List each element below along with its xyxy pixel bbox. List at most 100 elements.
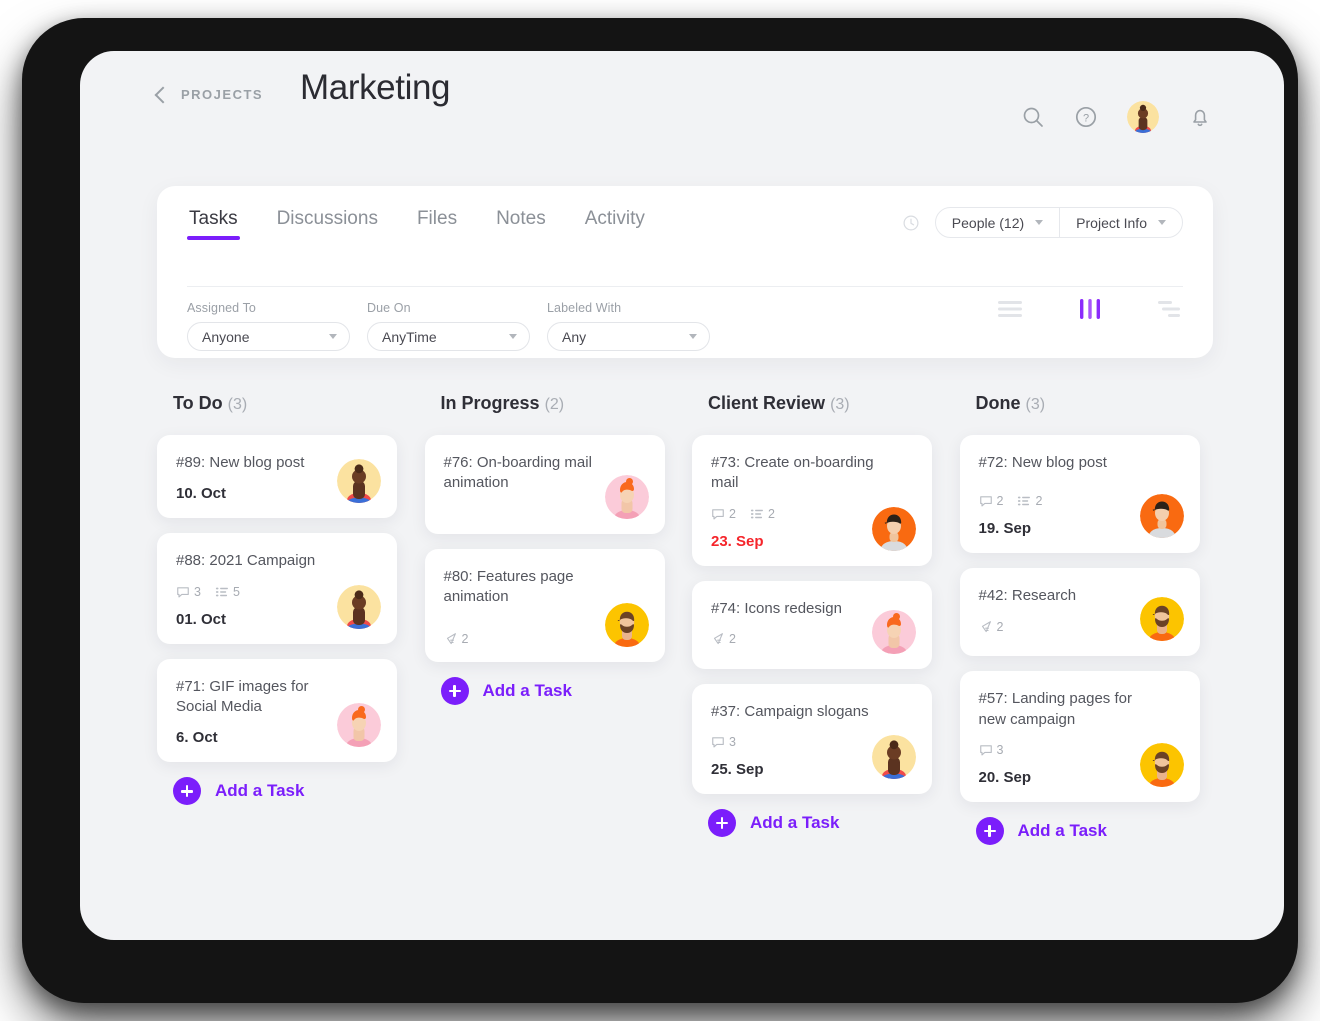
pill-project-info[interactable]: Project Info xyxy=(1059,208,1182,237)
task-assignee-avatar[interactable] xyxy=(604,602,649,647)
comment-icon xyxy=(712,508,724,519)
task-title: #88: 2021 Campaign xyxy=(176,552,316,570)
column-count: (2) xyxy=(544,396,565,413)
task-comments: 3 xyxy=(711,735,736,749)
task-attachment-count: 2 xyxy=(461,631,469,646)
sort-view-icon[interactable] xyxy=(1157,299,1183,319)
tab-files[interactable]: Files xyxy=(415,208,459,250)
filter-due-on-value: AnyTime xyxy=(382,328,437,345)
task-assignee-avatar[interactable] xyxy=(1139,494,1184,539)
tab-activity[interactable]: Activity xyxy=(583,208,647,250)
clock-icon[interactable] xyxy=(902,214,920,232)
task-title: #72: New blog post xyxy=(978,454,1107,471)
tab-tasks[interactable]: Tasks xyxy=(187,208,240,250)
column-title: Client Review xyxy=(708,393,826,413)
comment-icon xyxy=(979,744,992,756)
task-card[interactable]: #57: Landing pages for new campaign 3 20… xyxy=(959,671,1200,802)
filter-labeled-with-select[interactable]: Any xyxy=(547,322,710,351)
filter-assigned-to-select[interactable]: Anyone xyxy=(187,322,350,351)
task-card[interactable]: #88: 2021 Campaign 3 5 01. Oct xyxy=(157,533,397,644)
task-title: #76: On-boarding mail animation xyxy=(443,454,592,492)
attachment-icon xyxy=(713,632,723,644)
task-assignee-avatar[interactable] xyxy=(1139,742,1184,787)
comment-icon xyxy=(979,496,992,507)
add-task-button-in-progress[interactable]: Add a Task xyxy=(440,676,693,705)
task-title: #89: New blog post xyxy=(176,454,305,471)
bell-icon[interactable] xyxy=(1188,105,1212,129)
task-subtasks: 2 xyxy=(750,507,775,521)
help-icon[interactable]: ? xyxy=(1074,105,1098,129)
task-card[interactable]: #42: Research 2 xyxy=(959,568,1200,657)
topbar-actions: ? xyxy=(1021,101,1212,133)
column-count: (3) xyxy=(1025,396,1046,413)
task-card[interactable]: #71: GIF images for Social Media 6. Oct xyxy=(157,658,397,762)
filter-assigned-to: Assigned To Anyone xyxy=(187,301,350,351)
task-attachments: 2 xyxy=(979,620,1003,634)
svg-text:?: ? xyxy=(1083,113,1089,125)
pill-people[interactable]: People (12) xyxy=(936,208,1059,237)
task-card[interactable]: #89: New blog post 10. Oct xyxy=(157,435,397,519)
task-attachment-count: 2 xyxy=(729,631,736,646)
breadcrumb-back-projects[interactable]: PROJECTS xyxy=(154,86,263,103)
task-subtasks: 5 xyxy=(215,585,240,599)
list-view-icon[interactable] xyxy=(997,299,1023,319)
task-subtasks: 2 xyxy=(1017,494,1042,508)
task-comments: 2 xyxy=(979,494,1004,509)
task-assignee-avatar[interactable] xyxy=(1139,597,1184,642)
kanban-board: To Do (3) #89: New blog post 10. Oct #88… xyxy=(157,393,1227,845)
chevron-down-icon xyxy=(509,334,517,339)
attachment-icon xyxy=(446,632,456,644)
column-header: In Progress (2) xyxy=(425,393,693,414)
pill-people-label: People (12) xyxy=(951,214,1025,231)
task-subtask-count: 2 xyxy=(1035,494,1043,509)
task-assignee-avatar[interactable] xyxy=(604,475,649,519)
search-icon[interactable] xyxy=(1021,105,1045,129)
view-mode-switcher xyxy=(997,298,1183,320)
task-assignee-avatar[interactable] xyxy=(337,584,381,629)
task-card[interactable]: #80: Features page animation 2 xyxy=(424,549,665,662)
task-assignee-avatar[interactable] xyxy=(337,459,381,504)
filter-due-on-select[interactable]: AnyTime xyxy=(367,322,530,351)
add-task-label: Add a Task xyxy=(482,680,572,700)
comment-icon xyxy=(712,736,724,748)
plus-icon xyxy=(440,676,469,705)
board-column-todo: To Do (3) #89: New blog post 10. Oct #88… xyxy=(157,393,425,845)
add-task-button-client-review[interactable]: Add a Task xyxy=(708,808,960,837)
task-assignee-avatar[interactable] xyxy=(872,506,916,551)
filter-labeled-with-label: Labeled With xyxy=(547,301,622,315)
add-task-button-done[interactable]: Add a Task xyxy=(975,816,1228,845)
task-comments: 3 xyxy=(979,743,1003,757)
plus-icon xyxy=(708,808,736,837)
page-title: Marketing xyxy=(300,68,451,107)
task-card[interactable]: #72: New blog post 2 2 19. Sep xyxy=(959,435,1200,554)
task-title: #80: Features page animation xyxy=(443,568,574,606)
add-task-label: Add a Task xyxy=(750,812,840,832)
board-column-client-review: Client Review (3) #73: Create on-boardin… xyxy=(692,393,960,845)
panel-pill-group: People (12) Project Info xyxy=(902,207,1183,238)
filter-assigned-to-value: Anyone xyxy=(202,328,250,345)
add-task-button-todo[interactable]: Add a Task xyxy=(173,777,425,805)
task-card[interactable]: #74: Icons redesign 2 xyxy=(692,580,932,669)
task-assignee-avatar[interactable] xyxy=(872,734,916,779)
tab-discussions[interactable]: Discussions xyxy=(275,208,380,250)
board-view-icon[interactable] xyxy=(1079,298,1101,320)
task-card[interactable]: #37: Campaign slogans 3 25. Sep xyxy=(692,683,932,794)
task-card[interactable]: #76: On-boarding mail animation xyxy=(424,435,665,534)
add-task-label: Add a Task xyxy=(215,781,305,800)
task-assignee-avatar[interactable] xyxy=(872,609,916,654)
top-bar: PROJECTS Marketing ? xyxy=(80,51,1284,179)
plus-icon xyxy=(975,816,1004,845)
column-header: To Do (3) xyxy=(157,393,425,414)
checklist-icon xyxy=(1018,496,1031,506)
task-comment-count: 3 xyxy=(729,734,736,749)
task-comment-count: 2 xyxy=(996,494,1004,509)
user-avatar[interactable] xyxy=(1127,101,1159,133)
task-assignee-avatar[interactable] xyxy=(337,703,381,747)
pill-bar: People (12) Project Info xyxy=(934,207,1183,238)
task-title: #57: Landing pages for new campaign xyxy=(978,690,1132,728)
column-header: Done (3) xyxy=(960,393,1228,414)
task-card[interactable]: #73: Create on-boarding mail 2 2 23. Sep xyxy=(692,435,932,566)
tab-notes[interactable]: Notes xyxy=(494,208,548,250)
task-title: #37: Campaign slogans xyxy=(711,702,869,720)
task-comments: 3 xyxy=(176,585,201,599)
